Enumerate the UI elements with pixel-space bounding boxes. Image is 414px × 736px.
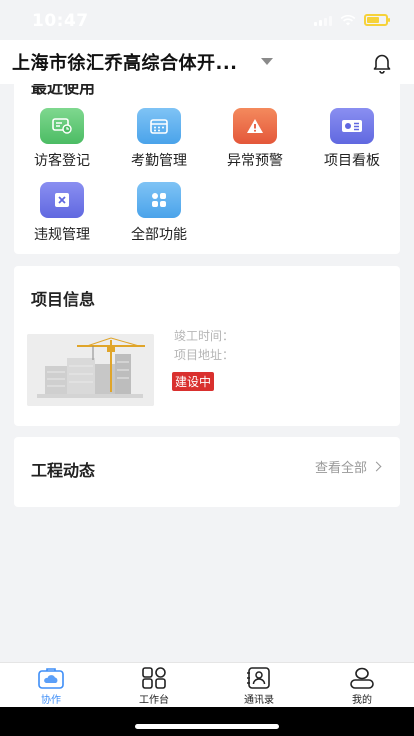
home-indicator[interactable] bbox=[135, 724, 279, 729]
visitor-icon bbox=[40, 108, 84, 144]
cloud-briefcase-icon bbox=[38, 668, 64, 689]
status-bar: 10:47 bbox=[0, 0, 414, 40]
view-all-link[interactable]: 查看全部 bbox=[314, 457, 382, 476]
warning-icon bbox=[233, 108, 277, 144]
project-selector[interactable]: 上海市徐汇乔高综合体开... bbox=[12, 49, 238, 75]
battery-icon bbox=[364, 14, 390, 26]
calendar-icon bbox=[137, 108, 181, 144]
project-info-card[interactable]: 项目信息 竣工时间： 项目地址： 建设中 bbox=[14, 266, 400, 426]
tab-mine[interactable]: 我的 bbox=[322, 667, 402, 706]
tab-collaboration[interactable]: 协作 bbox=[11, 667, 91, 706]
user-icon bbox=[350, 667, 374, 689]
chevron-right-icon bbox=[371, 461, 382, 472]
recent-usage-card: 最近使用 访客登记 考勤管理 异常预警 项目看板 违规管理 全部功能 bbox=[14, 84, 400, 254]
bell-icon[interactable] bbox=[372, 52, 392, 74]
home-indicator-area bbox=[0, 707, 414, 736]
project-construction-image bbox=[27, 334, 154, 406]
app-project-dashboard[interactable]: 项目看板 bbox=[304, 108, 400, 170]
status-badge: 建设中 bbox=[172, 372, 215, 391]
app-all-functions[interactable]: 全部功能 bbox=[111, 182, 207, 244]
app-attendance[interactable]: 考勤管理 bbox=[111, 108, 207, 170]
violation-icon bbox=[40, 182, 84, 218]
bottom-tab-bar: 协作 工作台 通讯录 我的 bbox=[0, 662, 414, 707]
status-indicators bbox=[314, 14, 390, 26]
wifi-icon bbox=[340, 14, 356, 26]
project-info-title: 项目信息 bbox=[31, 290, 96, 309]
apps-grid-icon bbox=[137, 182, 181, 218]
engineering-news-card: 工程动态 查看全部 bbox=[14, 437, 400, 507]
app-exception-alert[interactable]: 异常预警 bbox=[207, 108, 303, 170]
tab-workbench[interactable]: 工作台 bbox=[114, 667, 194, 706]
view-all-label: 查看全部 bbox=[314, 461, 367, 476]
tab-contacts[interactable]: 通讯录 bbox=[219, 667, 299, 706]
app-violation-management[interactable]: 违规管理 bbox=[14, 182, 110, 244]
project-address-label: 项目地址： bbox=[174, 348, 235, 362]
contacts-icon bbox=[247, 667, 270, 689]
completion-time-label: 竣工时间： bbox=[174, 329, 235, 343]
status-time: 10:47 bbox=[32, 11, 89, 31]
dropdown-triangle-icon[interactable] bbox=[261, 58, 273, 65]
workbench-grid-icon bbox=[142, 667, 166, 689]
signal-icon bbox=[314, 15, 332, 26]
dashboard-icon bbox=[330, 108, 374, 144]
top-header: 上海市徐汇乔高综合体开... bbox=[0, 40, 414, 84]
engineering-news-title: 工程动态 bbox=[31, 461, 96, 480]
recent-heading: 最近使用 bbox=[31, 84, 96, 97]
app-visitor-register[interactable]: 访客登记 bbox=[14, 108, 110, 170]
